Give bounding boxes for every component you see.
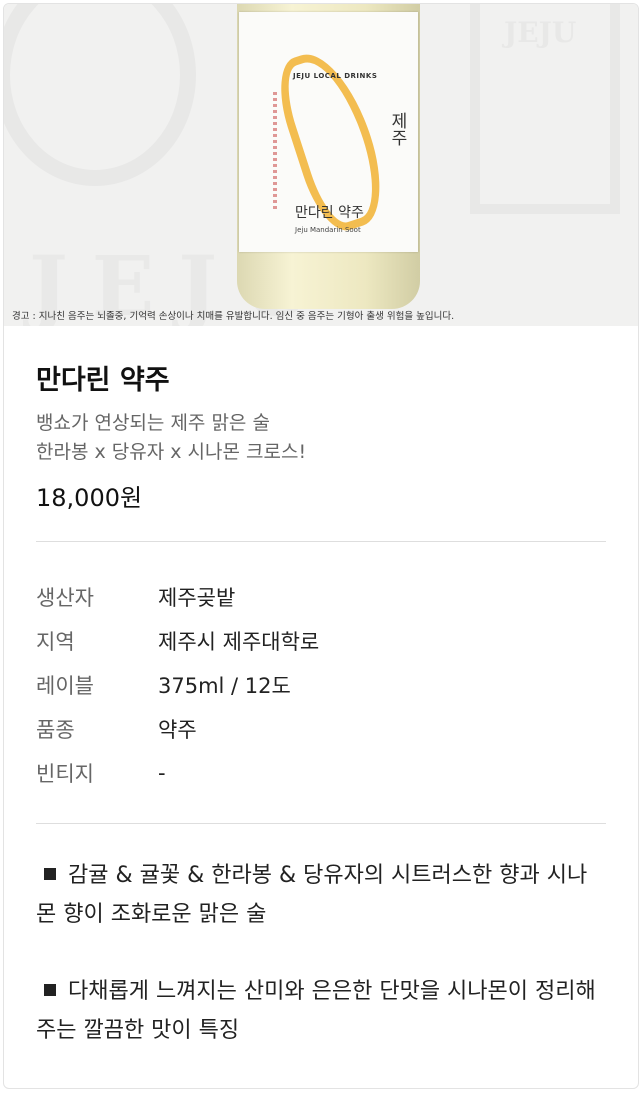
info-row-variety: 품종 약주 (36, 717, 197, 742)
info-row-vintage: 빈티지 - (36, 760, 166, 786)
bottle: JEJU LOCAL DRINKS 제주 만다린 약주 Jeju Mandari… (237, 4, 420, 309)
tasting-notes: 감귤 & 귤꽃 & 한라봉 & 당유자의 시트러스한 향과 시나몬 향이 조화로… (36, 856, 606, 1050)
jeju-logo: JEJU (470, 4, 620, 214)
tasting-note: 감귤 & 귤꽃 & 한라봉 & 당유자의 시트러스한 향과 시나몬 향이 조화로… (36, 862, 588, 927)
divider (36, 540, 606, 542)
tasting-note: 다채롭게 느껴지는 산미와 은은한 단맛을 시나몬이 정리해주는 깔끔한 맛이 … (36, 978, 596, 1043)
product-card: JEJU JEJU SUUL JEJU LOCAL DRINKS 제주 만다린 … (3, 3, 639, 1089)
info-row-region: 지역 제주시 제주대학로 (36, 629, 320, 654)
info-table: 생산자 제주곶밭 지역 제주시 제주대학로 레이블 375ml / 12도 품종… (36, 575, 606, 795)
product-title: 만다린 약주 (36, 365, 170, 396)
product-description: 뱅쇼가 연상되는 제주 맑은 술 한라봉 x 당유자 x 시나몬 크로스! (36, 412, 307, 464)
bullet-square-icon (44, 984, 56, 997)
info-row-producer: 생산자 제주곶밭 (36, 585, 236, 610)
bottle-label: JEJU LOCAL DRINKS 제주 만다린 약주 Jeju Mandari… (239, 12, 418, 252)
product-image: JEJU JEJU SUUL JEJU LOCAL DRINKS 제주 만다린 … (4, 4, 638, 326)
bullet-square-icon (44, 868, 56, 881)
health-warning: 경고 : 지나친 음주는 뇌졸중, 기억력 손상이나 치매를 유발합니다. 임신… (12, 311, 455, 322)
product-price: 18,000원 (36, 484, 143, 513)
background-emblem (4, 4, 196, 186)
info-row-label: 레이블 375ml / 12도 (36, 673, 291, 698)
divider (36, 822, 606, 824)
